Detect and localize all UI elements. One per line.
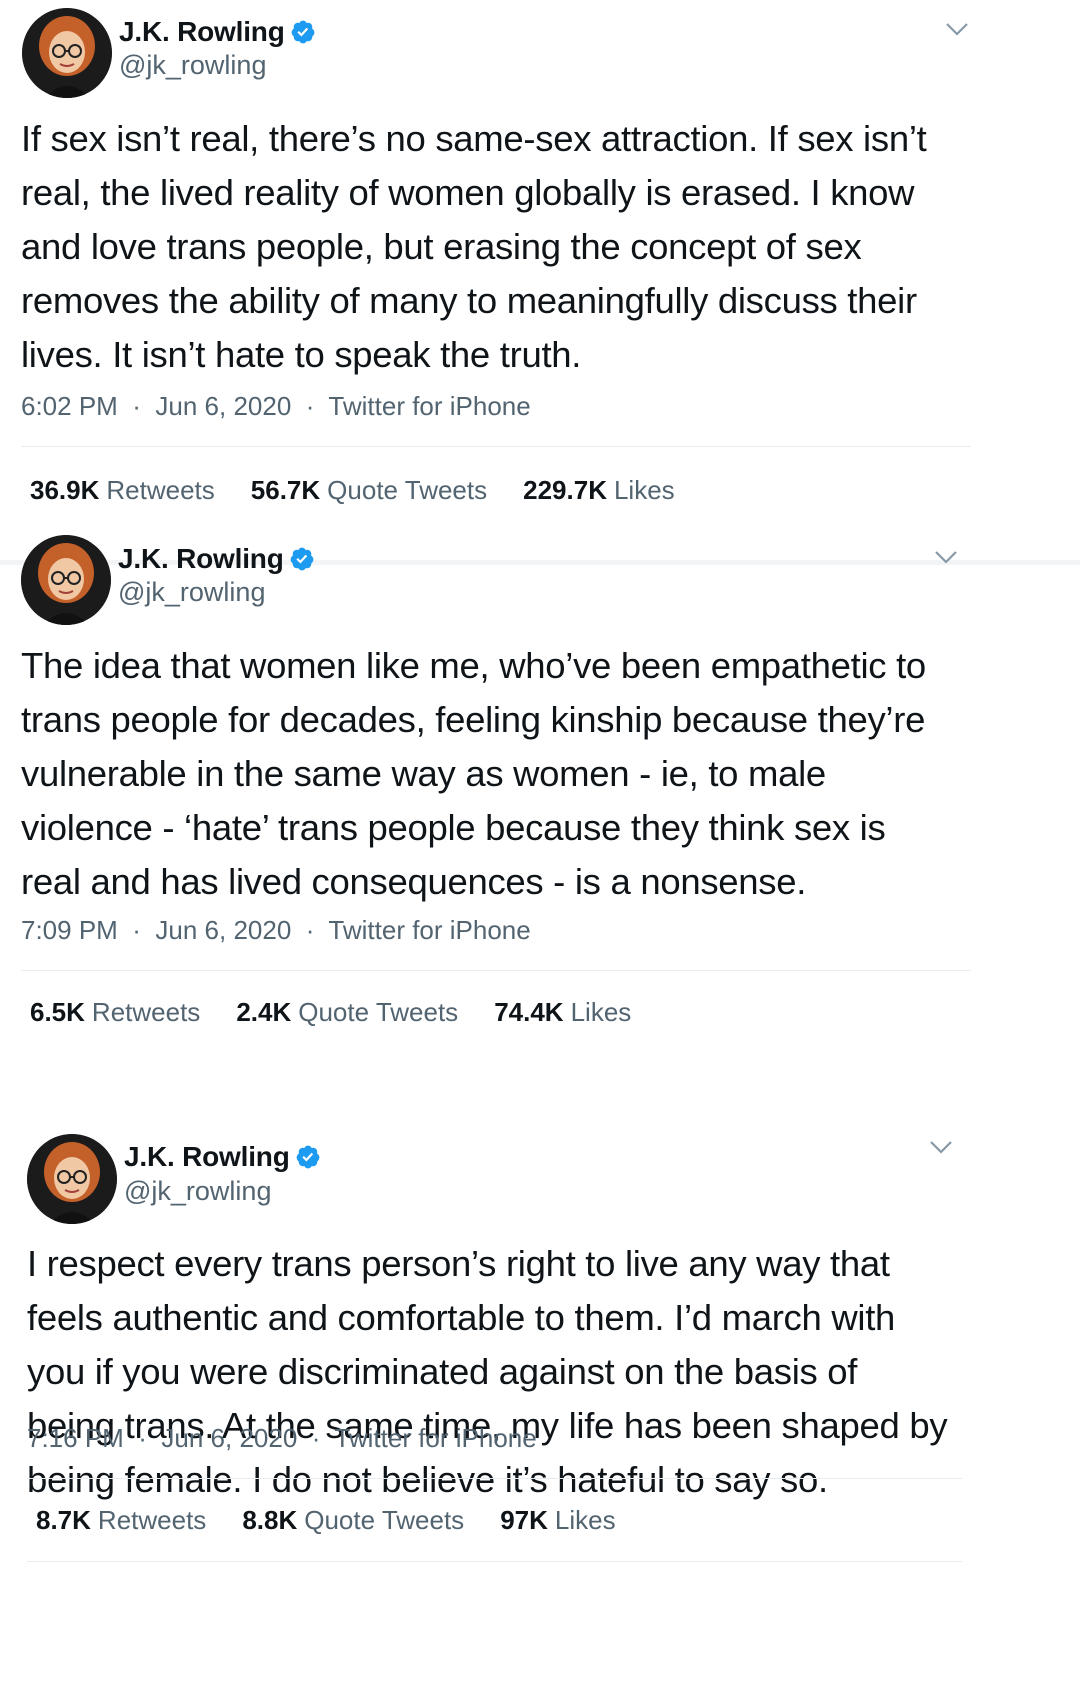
tweet-meta: 6:02 PM · Jun 6, 2020 · Twitter for iPho…	[21, 391, 531, 421]
tweet-meta: 7:09 PM · Jun 6, 2020 · Twitter for iPho…	[21, 915, 531, 945]
verified-badge-icon	[296, 1145, 319, 1169]
tweet-time[interactable]: 6:02 PM	[21, 391, 118, 421]
tweet-source[interactable]: Twitter for iPhone	[328, 915, 530, 945]
retweets-count[interactable]: 36.9K Retweets	[30, 475, 215, 506]
handle[interactable]: @jk_rowling	[118, 577, 265, 608]
tweet-date[interactable]: Jun 6, 2020	[155, 915, 291, 945]
quote-tweets-count[interactable]: 8.8K Quote Tweets	[242, 1505, 464, 1536]
tweet-stats: 8.7K Retweets 8.8K Quote Tweets 97K Likes	[36, 1505, 652, 1536]
retweets-count[interactable]: 8.7K Retweets	[36, 1505, 206, 1536]
tweet-text: If sex isn’t real, there’s no same-sex a…	[21, 118, 927, 375]
avatar[interactable]	[27, 1134, 117, 1224]
tweet-3: J.K. Rowling @jk_rowling I respect every…	[0, 1134, 1080, 1707]
avatar[interactable]	[21, 535, 111, 625]
likes-count[interactable]: 97K Likes	[500, 1505, 615, 1536]
tweet-1: J.K. Rowling @jk_rowling If sex isn’t re…	[0, 0, 1080, 560]
chevron-down-icon[interactable]	[944, 20, 970, 38]
display-name[interactable]: J.K. Rowling	[119, 16, 316, 48]
tweet-meta: 7:16 PM · Jun 6, 2020 · Twitter for iPho…	[27, 1423, 537, 1453]
handle[interactable]: @jk_rowling	[124, 1176, 271, 1207]
divider	[21, 446, 971, 447]
quote-tweets-count[interactable]: 56.7K Quote Tweets	[251, 475, 487, 506]
verified-badge-icon	[290, 547, 313, 571]
avatar[interactable]	[22, 8, 112, 98]
tweet-2: J.K. Rowling @jk_rowling The idea that w…	[0, 535, 1080, 1143]
tweet-stats: 36.9K Retweets 56.7K Quote Tweets 229.7K Li…	[30, 475, 711, 506]
likes-count[interactable]: 229.7K Likes	[523, 475, 675, 506]
chevron-down-icon[interactable]	[933, 548, 959, 566]
display-name[interactable]: J.K. Rowling	[118, 543, 315, 575]
quote-tweets-count[interactable]: 2.4K Quote Tweets	[236, 997, 458, 1028]
display-name[interactable]: J.K. Rowling	[124, 1141, 321, 1173]
divider	[21, 970, 971, 971]
tweet-date[interactable]: Jun 6, 2020	[161, 1423, 297, 1453]
tweet-stats: 6.5K Retweets 2.4K Quote Tweets 74.4K Likes	[30, 997, 667, 1028]
tweet-date[interactable]: Jun 6, 2020	[155, 391, 291, 421]
tweet-source[interactable]: Twitter for iPhone	[328, 391, 530, 421]
tweet-time[interactable]: 7:16 PM	[27, 1423, 124, 1453]
divider	[27, 1478, 962, 1479]
tweet-time[interactable]: 7:09 PM	[21, 915, 118, 945]
likes-count[interactable]: 74.4K Likes	[494, 997, 631, 1028]
handle[interactable]: @jk_rowling	[119, 50, 266, 81]
retweets-count[interactable]: 6.5K Retweets	[30, 997, 200, 1028]
tweet-text: I respect every trans person’s right to …	[27, 1243, 948, 1500]
tweet-source[interactable]: Twitter for iPhone	[334, 1423, 536, 1453]
tweet-text: The idea that women like me, who’ve been…	[21, 645, 926, 902]
divider	[27, 1561, 962, 1562]
verified-badge-icon	[291, 20, 314, 44]
chevron-down-icon[interactable]	[928, 1138, 954, 1156]
